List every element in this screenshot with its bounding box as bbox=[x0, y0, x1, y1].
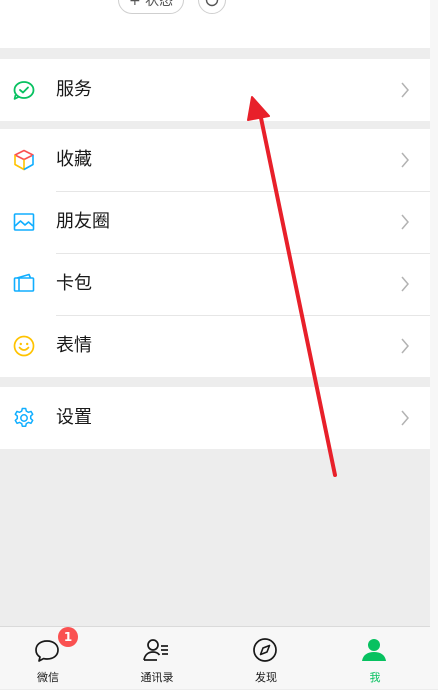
chevron-right-icon bbox=[401, 276, 409, 292]
tab-label-me: 我 bbox=[369, 671, 381, 684]
menu-label-settings: 设置 bbox=[56, 407, 92, 428]
menu-label-favorites: 收藏 bbox=[56, 149, 92, 170]
profile-header: + 状态 bbox=[0, 0, 430, 48]
gear-icon bbox=[14, 407, 34, 427]
menu-item-service[interactable]: 服务 bbox=[0, 59, 430, 121]
tab-label-discover: 发现 bbox=[255, 671, 277, 684]
favorites-cube-icon bbox=[14, 149, 34, 171]
chevron-right-icon bbox=[401, 214, 409, 230]
service-icon bbox=[13, 81, 35, 100]
unread-badge: 1 bbox=[58, 627, 78, 647]
menu-item-stickers[interactable]: 表情 bbox=[0, 315, 430, 377]
tab-discover[interactable]: 发现 bbox=[226, 627, 306, 690]
menu-label-cards: 卡包 bbox=[56, 273, 92, 294]
settings-group: 设置 bbox=[0, 387, 430, 449]
chevron-right-icon bbox=[401, 82, 409, 98]
menu-label-moments: 朋友圈 bbox=[56, 211, 110, 232]
person-icon bbox=[362, 639, 386, 661]
tab-chats[interactable]: 1 微信 bbox=[8, 627, 88, 690]
menu-item-moments[interactable]: 朋友圈 bbox=[0, 191, 430, 253]
menu-item-settings[interactable]: 设置 bbox=[0, 387, 430, 449]
tab-contacts[interactable]: 通讯录 bbox=[117, 627, 197, 690]
moments-image-icon bbox=[13, 213, 35, 231]
status-circle-button[interactable] bbox=[198, 0, 226, 14]
service-group: 服务 bbox=[0, 59, 430, 121]
menu-item-favorites[interactable]: 收藏 bbox=[0, 129, 430, 191]
smile-emoji-icon bbox=[13, 335, 35, 357]
card-wallet-icon bbox=[13, 273, 35, 292]
circle-icon bbox=[205, 0, 219, 7]
tools-group: 收藏 朋友圈 卡包 表情 bbox=[0, 129, 430, 377]
compass-icon bbox=[253, 638, 277, 662]
menu-item-cards[interactable]: 卡包 bbox=[0, 253, 430, 315]
tab-me[interactable]: 我 bbox=[335, 627, 415, 690]
chevron-right-icon bbox=[401, 152, 409, 168]
tab-label-contacts: 通讯录 bbox=[140, 671, 174, 684]
menu-label-service: 服务 bbox=[56, 79, 92, 100]
add-status-button[interactable]: + 状态 bbox=[118, 0, 185, 14]
bottom-tab-bar: 1 微信 通讯录 发现 我 bbox=[0, 626, 430, 689]
menu-label-stickers: 表情 bbox=[56, 335, 92, 356]
chevron-right-icon bbox=[401, 410, 409, 426]
status-label: + 状态 bbox=[129, 0, 174, 9]
contacts-icon bbox=[143, 639, 168, 661]
right-edge-strip bbox=[430, 0, 438, 689]
tab-label-chats: 微信 bbox=[37, 671, 59, 684]
chevron-right-icon bbox=[401, 338, 409, 354]
